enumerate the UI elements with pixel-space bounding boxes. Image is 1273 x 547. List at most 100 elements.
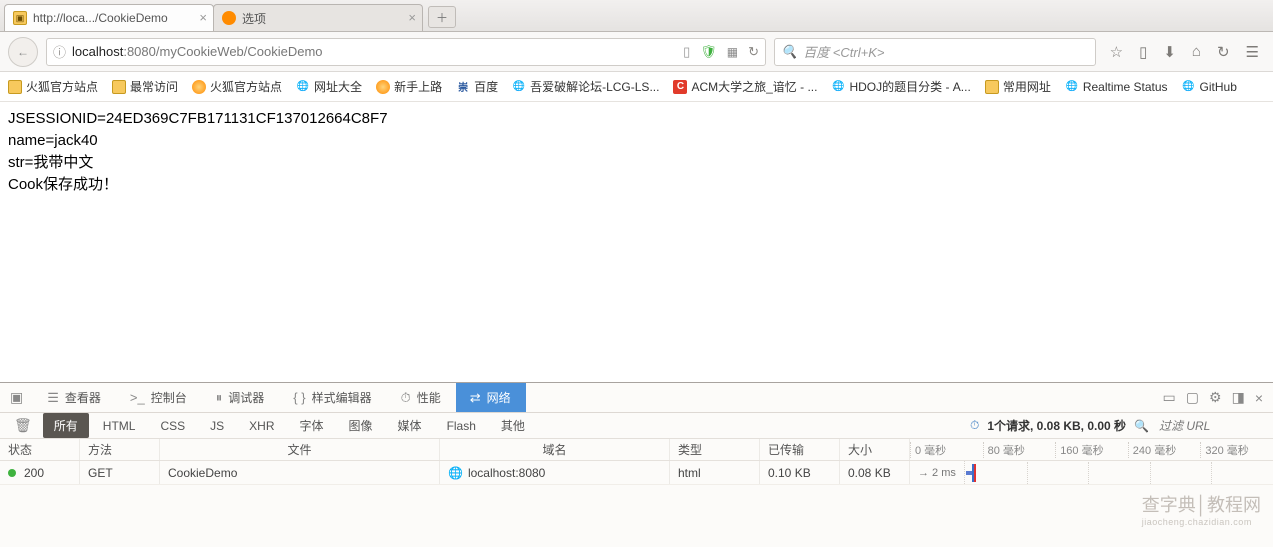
tracking-shield-icon[interactable]: 🛡 xyxy=(700,44,717,60)
address-bar[interactable]: ⓘ localhost:8080/myCookieWeb/CookieDemo … xyxy=(46,38,766,66)
baidu-icon: 崇 xyxy=(456,80,470,94)
perf-icon: ⏱ xyxy=(401,390,411,406)
waterfall-time: → 2 ms xyxy=(910,461,965,484)
bookmark-item[interactable]: 🌐Realtime Status xyxy=(1065,80,1168,94)
identity-globe-icon[interactable]: ⓘ xyxy=(53,42,66,61)
bookmark-item[interactable]: 火狐官方站点 xyxy=(192,78,282,95)
menu-icon[interactable]: ☰ xyxy=(1246,43,1259,61)
inspector-icon: ☰ xyxy=(47,390,59,406)
page-favicon-icon: ▣ xyxy=(13,11,27,25)
devtools-tab-network[interactable]: ⇄网络 xyxy=(456,383,526,412)
devtools-tab-inspector[interactable]: ☰查看器 xyxy=(33,383,116,412)
browser-tab-active[interactable]: ▣ http://loca.../CookieDemo × xyxy=(4,4,214,31)
qr-icon[interactable]: ▦ xyxy=(727,45,738,59)
search-box[interactable]: 🔍 百度 <Ctrl+K> xyxy=(774,38,1096,66)
devtools-tab-performance[interactable]: ⏱性能 xyxy=(387,383,456,412)
settings-icon[interactable]: ⚙ xyxy=(1209,389,1222,406)
watermark: 查字典│教程网 jiaocheng.chazidian.com xyxy=(1142,491,1261,527)
clear-icon[interactable]: 🗑 xyxy=(6,417,40,434)
csdn-icon: C xyxy=(673,80,687,94)
style-icon: { } xyxy=(293,390,305,405)
waterfall-bar xyxy=(965,462,1273,484)
filter-all-button[interactable]: 所有 xyxy=(43,413,89,438)
filter-css-button[interactable]: CSS xyxy=(149,415,196,437)
globe-icon: 🌐 xyxy=(1065,80,1079,94)
reader-mode-icon[interactable]: ▯ xyxy=(683,44,690,60)
bookmark-item[interactable]: 新手上路 xyxy=(376,78,442,95)
devtools-panel: ▣ ☰查看器 >_控制台 ⏸调试器 { }样式编辑器 ⏱性能 ⇄网络 ▭ ▢ ⚙… xyxy=(0,382,1273,547)
tab-close-icon[interactable]: × xyxy=(199,11,207,24)
reload-icon[interactable]: ↻ xyxy=(748,44,759,60)
timeline-header: 0 毫秒 80 毫秒 160 毫秒 240 毫秒 320 毫秒 xyxy=(910,442,1273,458)
devtools-toolbar: ▣ ☰查看器 >_控制台 ⏸调试器 { }样式编辑器 ⏱性能 ⇄网络 ▭ ▢ ⚙… xyxy=(0,383,1273,413)
filter-html-button[interactable]: HTML xyxy=(92,415,147,437)
console-icon: >_ xyxy=(130,390,145,405)
timeline-tick: 320 毫秒 xyxy=(1200,442,1273,458)
col-size[interactable]: 大小 xyxy=(840,439,910,460)
back-button[interactable]: ← xyxy=(8,37,38,67)
new-tab-button[interactable]: ＋ xyxy=(428,6,456,28)
url-action-icons: ▯ 🛡 ▦ ↻ xyxy=(683,44,759,60)
folder-icon xyxy=(112,80,126,94)
search-placeholder: 百度 <Ctrl+K> xyxy=(803,42,884,61)
filter-url-input[interactable] xyxy=(1157,418,1267,434)
responsive-mode-icon[interactable]: ▭ xyxy=(1163,389,1176,406)
bookmark-item[interactable]: 🌐网址大全 xyxy=(296,78,362,95)
debugger-icon: ⏸ xyxy=(216,390,223,406)
bookmark-item[interactable]: 🌐吾爱破解论坛-LCG-LS... xyxy=(512,78,659,95)
browser-tab-strip: ▣ http://loca.../CookieDemo × 选项 × ＋ xyxy=(0,0,1273,32)
output-line: name=jack40 xyxy=(8,130,1265,152)
status-dot-icon xyxy=(8,469,16,477)
devtools-tab-console[interactable]: >_控制台 xyxy=(116,383,202,412)
tab-title: 选项 xyxy=(242,10,266,27)
devtools-tab-debugger[interactable]: ⏸调试器 xyxy=(202,383,280,412)
filter-font-button[interactable]: 字体 xyxy=(289,413,335,438)
pocket-icon[interactable]: ▯ xyxy=(1139,43,1147,61)
col-type[interactable]: 类型 xyxy=(670,439,760,460)
globe-icon: 🌐 xyxy=(512,80,526,94)
bookmark-item[interactable]: 崇百度 xyxy=(456,78,498,95)
home-icon[interactable]: ⌂ xyxy=(1192,43,1201,60)
filter-media-button[interactable]: 媒体 xyxy=(387,413,433,438)
dock-side-icon[interactable]: ◨ xyxy=(1232,389,1245,406)
element-picker-icon[interactable]: ▣ xyxy=(0,383,33,412)
bookmark-item[interactable]: 常用网址 xyxy=(985,78,1051,95)
split-console-icon[interactable]: ▢ xyxy=(1186,389,1199,406)
bookmark-item[interactable]: 最常访问 xyxy=(112,78,178,95)
col-transferred[interactable]: 已传输 xyxy=(760,439,840,460)
timeline-tick: 160 毫秒 xyxy=(1055,442,1128,458)
timeline-tick: 240 毫秒 xyxy=(1128,442,1201,458)
network-icon: ⇄ xyxy=(470,390,481,406)
navigation-bar: ← ⓘ localhost:8080/myCookieWeb/CookieDem… xyxy=(0,32,1273,72)
col-status[interactable]: 状态 xyxy=(0,439,80,460)
filter-xhr-button[interactable]: XHR xyxy=(238,415,285,437)
filter-img-button[interactable]: 图像 xyxy=(338,413,384,438)
col-method[interactable]: 方法 xyxy=(80,439,160,460)
page-content: JSESSIONID=24ED369C7FB171131CF137012664C… xyxy=(0,102,1273,202)
filter-js-button[interactable]: JS xyxy=(199,415,235,437)
globe-icon: 🌐 xyxy=(1182,80,1196,94)
bookmark-star-icon[interactable]: ☆ xyxy=(1110,43,1123,61)
col-file[interactable]: 文件 xyxy=(160,439,440,460)
bookmark-item[interactable]: 火狐官方站点 xyxy=(8,78,98,95)
firefox-favicon-icon xyxy=(222,11,236,25)
browser-tab-inactive[interactable]: 选项 × xyxy=(213,4,423,31)
bookmark-item[interactable]: CACM大学之旅_谙忆 - ... xyxy=(673,78,817,95)
bookmark-item[interactable]: 🌐HDOJ的题目分类 - A... xyxy=(831,78,970,95)
bookmark-item[interactable]: 🌐GitHub xyxy=(1182,80,1237,94)
downloads-icon[interactable]: ⬇ xyxy=(1163,43,1176,61)
filter-search-icon: 🔍 xyxy=(1134,419,1149,433)
devtools-close-icon[interactable]: × xyxy=(1255,390,1263,406)
output-line: str=我带中文 xyxy=(8,152,1265,174)
col-domain[interactable]: 域名 xyxy=(440,439,670,460)
firefox-icon xyxy=(376,80,390,94)
filter-other-button[interactable]: 其他 xyxy=(490,413,536,438)
output-line: JSESSIONID=24ED369C7FB171131CF137012664C… xyxy=(8,108,1265,130)
folder-icon xyxy=(8,80,22,94)
filter-flash-button[interactable]: Flash xyxy=(436,415,487,437)
tab-close-icon[interactable]: × xyxy=(408,11,416,24)
output-line: Cook保存成功！ xyxy=(8,174,1265,196)
devtools-tab-style[interactable]: { }样式编辑器 xyxy=(279,383,386,412)
sync-icon[interactable]: ↻ xyxy=(1217,43,1230,61)
network-request-row[interactable]: 200 GET CookieDemo 🌐localhost:8080 html … xyxy=(0,461,1273,485)
